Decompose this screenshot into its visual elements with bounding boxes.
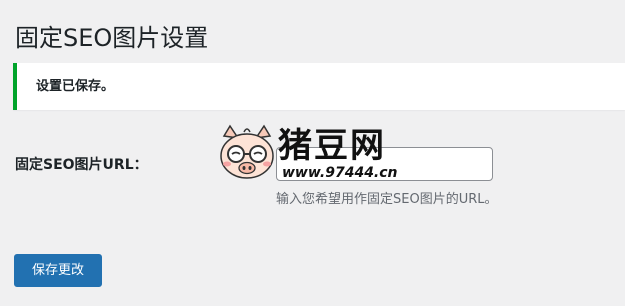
seo-image-url-label: 固定SEO图片URL： bbox=[15, 157, 148, 173]
field-description: 输入您希望用作固定SEO图片的URL。 bbox=[276, 192, 498, 207]
watermark-brand: 猪豆网 bbox=[278, 126, 386, 166]
watermark-url: www.97444.cn bbox=[282, 165, 398, 181]
page-title: 固定SEO图片设置 bbox=[15, 24, 209, 52]
pig-mascot-icon bbox=[220, 124, 274, 179]
watermark: 猪豆网 www.97444.cn bbox=[216, 124, 406, 190]
save-changes-button[interactable]: 保存更改 bbox=[14, 254, 102, 287]
success-notice: 设置已保存。 bbox=[13, 63, 625, 110]
notice-message: 设置已保存。 bbox=[36, 79, 115, 94]
